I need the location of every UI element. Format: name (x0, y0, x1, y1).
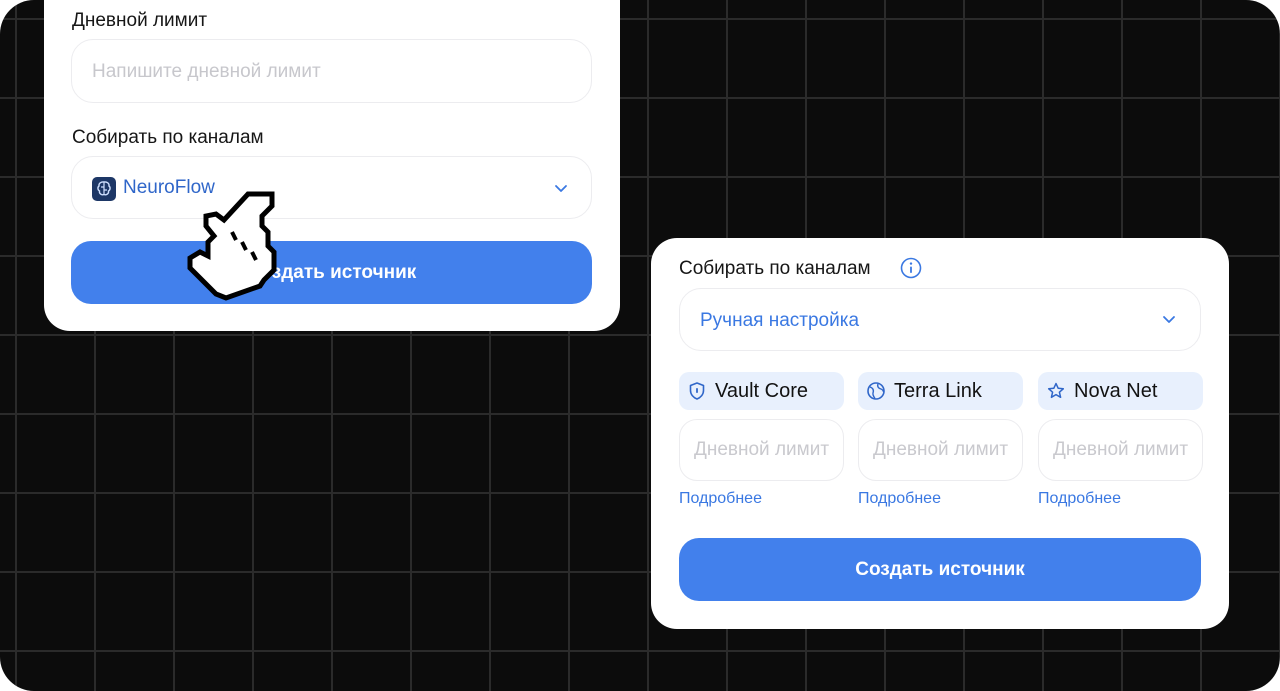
hand-pointer-icon (187, 191, 277, 301)
details-link-terra-link[interactable]: Подробнее (858, 490, 941, 508)
globe-icon (867, 382, 885, 400)
chip-label: Vault Core (715, 379, 809, 402)
brain-icon (92, 177, 116, 201)
channels-select[interactable]: NeuroFlow (71, 156, 592, 219)
chevron-down-icon (1163, 316, 1175, 323)
daily-limit-input-nova-net[interactable]: Дневной лимит (1038, 419, 1203, 481)
create-source-button[interactable]: Создать источник (71, 241, 592, 304)
channels-select[interactable]: Ручная настройка (679, 288, 1201, 351)
channels-label: Собирать по каналам (679, 258, 871, 279)
daily-limit-input[interactable]: Напишите дневной лимит (71, 39, 592, 103)
select-value: Ручная настройка (700, 310, 860, 331)
channel-chip-vault-core[interactable]: Vault Core (679, 372, 844, 410)
channel-chip-nova-net[interactable]: Nova Net (1038, 372, 1203, 410)
chevron-down-icon (555, 185, 567, 192)
channels-label: Собирать по каналам (72, 127, 264, 148)
star-icon (1047, 382, 1065, 399)
grid-background: Дневной лимит Напишите дневной лимит Соб… (0, 0, 1280, 691)
chip-label: Nova Net (1074, 379, 1158, 402)
daily-limit-placeholder: Напишите дневной лимит (92, 61, 321, 82)
details-link-nova-net[interactable]: Подробнее (1038, 490, 1121, 508)
shield-icon (689, 382, 705, 400)
daily-limit-label: Дневной лимит (72, 10, 208, 31)
info-icon[interactable] (900, 257, 922, 279)
source-form-card: Дневной лимит Напишите дневной лимит Соб… (44, 0, 620, 331)
daily-limit-input-terra-link[interactable]: Дневной лимит (858, 419, 1023, 481)
details-link-vault-core[interactable]: Подробнее (679, 490, 762, 508)
daily-limit-input-vault-core[interactable]: Дневной лимит (679, 419, 844, 481)
channel-chip-terra-link[interactable]: Terra Link (858, 372, 1023, 410)
manual-setup-card: Собирать по каналам Ручная настройка Vau… (651, 238, 1229, 629)
chip-label: Terra Link (894, 379, 982, 402)
create-source-button[interactable]: Создать источник (679, 538, 1201, 601)
